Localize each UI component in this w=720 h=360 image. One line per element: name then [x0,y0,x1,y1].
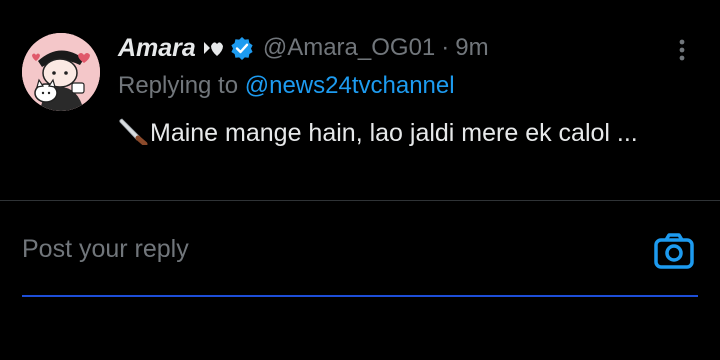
heart-ribbon-icon [202,38,224,58]
user-handle[interactable]: @Amara_OG01 [263,34,435,62]
camera-icon[interactable] [653,232,695,270]
input-focus-underline [22,295,698,297]
tweet-header: Amara @Amara_OG01 · 9m [118,30,489,66]
tweet-text: Maine mange hain, lao jaldi mere ek calo… [150,119,638,147]
more-options-icon[interactable] [671,36,693,66]
replying-mention-link[interactable]: @news24tvchannel [245,72,455,99]
replying-to: Replying to @news24tvchannel [118,72,455,100]
display-name[interactable]: Amara [118,34,196,63]
separator-dot: · [441,34,450,61]
replying-prefix: Replying to [118,72,239,99]
knife-icon [118,117,148,147]
timestamp[interactable]: 9m [455,34,488,62]
verified-badge-icon[interactable] [230,36,254,60]
reply-input[interactable] [22,227,622,271]
reply-composer [0,201,720,301]
tweet-body: Maine mange hain, lao jaldi mere ek calo… [118,114,678,152]
tweet: Amara @Amara_OG01 · 9m Replying to @news… [0,0,720,201]
avatar[interactable] [22,33,100,111]
